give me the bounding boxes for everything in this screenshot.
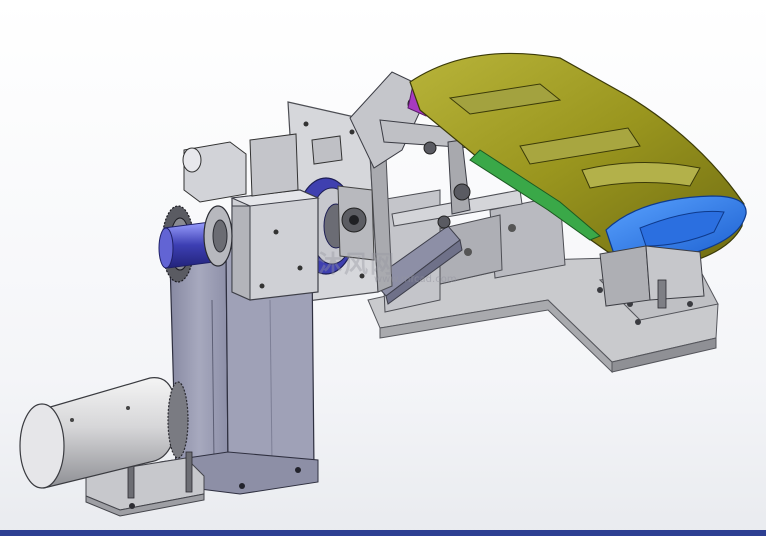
watermark-url: www.mfcad.com bbox=[374, 274, 457, 285]
bottom-accent-band bbox=[0, 530, 766, 536]
gearbox-head bbox=[230, 189, 320, 301]
cad-viewport: 沐风网 www.mfcad.com bbox=[0, 0, 766, 536]
